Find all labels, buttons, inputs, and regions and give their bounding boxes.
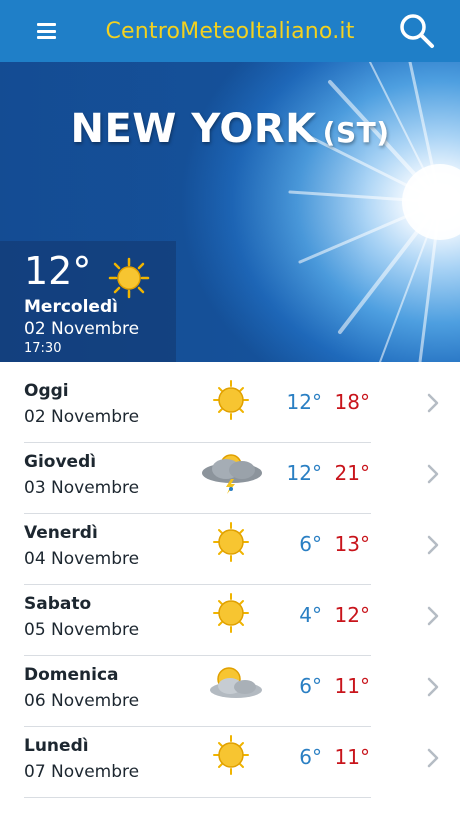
partly-cloudy-icon [210,667,262,698]
chevron-right-icon [427,606,439,626]
forecast-row[interactable]: Domenica 06 Novembre 6° 11° [0,656,460,727]
forecast-row[interactable]: Sabato 05 Novembre 4° 12° [0,585,460,656]
chevron-right-icon [427,748,439,768]
forecast-day: Oggi [24,381,69,401]
city-name: NEW YORK [70,106,317,152]
sun-icon [108,257,150,299]
forecast-day: Domenica [24,665,119,685]
forecast-row[interactable]: Lunedì 07 Novembre 6° 11° [0,727,460,798]
forecast-date: 05 Novembre [24,620,140,640]
forecast-date: 06 Novembre [24,691,140,711]
top-app-bar: CentroMeteoItaliano.it [0,0,460,62]
forecast-row[interactable]: Giovedì 03 Novembre 12° 21° [0,443,460,514]
forecast-day: Giovedì [24,452,97,472]
brand-title[interactable]: CentroMeteoItaliano.it [105,19,354,44]
forecast-day: Sabato [24,594,92,614]
chevron-right-icon [427,464,439,484]
forecast-date: 02 Novembre [24,407,140,427]
forecast-max-temp: 11° [334,674,370,698]
menu-line [37,36,56,39]
sun-icon [213,735,249,775]
forecast-row[interactable]: Venerdì 04 Novembre 6° 13° [0,514,460,585]
chevron-right-icon [427,677,439,697]
forecast-max-temp: 18° [334,390,370,414]
hero-banner: NEW YORK (ST) 12° Mercoledì 02 Novembre 1… [0,62,460,362]
sun-icon [213,522,249,562]
menu-line [37,23,56,26]
forecast-min-temp: 6° [299,674,322,698]
forecast-min-temp: 6° [299,745,322,769]
city-region: (ST) [322,116,390,149]
chevron-right-icon [427,393,439,413]
forecast-row[interactable]: Oggi 02 Novembre 12° 18° [0,372,460,443]
cloud-storm-icon [202,454,262,494]
city-title: NEW YORK (ST) [0,106,460,152]
search-icon[interactable] [398,12,436,50]
forecast-day: Lunedì [24,736,89,756]
current-conditions: 12° Mercoledì 02 Novembre 17:30 [0,241,176,362]
forecast-list: Oggi 02 Novembre 12° 18° Giovedì 03 Nove… [0,372,460,798]
current-time: 17:30 [24,341,62,356]
forecast-min-temp: 4° [299,603,322,627]
forecast-day: Venerdì [24,523,98,543]
forecast-max-temp: 21° [334,461,370,485]
current-temperature: 12° [24,249,92,293]
menu-line [37,29,56,33]
current-day: Mercoledì [24,297,118,317]
chevron-right-icon [427,535,439,555]
sun-icon [213,380,249,420]
forecast-min-temp: 12° [286,390,322,414]
forecast-date: 04 Novembre [24,549,140,569]
sun-icon [213,593,249,633]
forecast-max-temp: 12° [334,603,370,627]
forecast-date: 03 Novembre [24,478,140,498]
forecast-max-temp: 13° [334,532,370,556]
forecast-date: 07 Novembre [24,762,140,782]
forecast-max-temp: 11° [334,745,370,769]
forecast-min-temp: 6° [299,532,322,556]
forecast-min-temp: 12° [286,461,322,485]
current-date: 02 Novembre [24,319,140,339]
hamburger-menu-icon[interactable] [37,23,56,39]
